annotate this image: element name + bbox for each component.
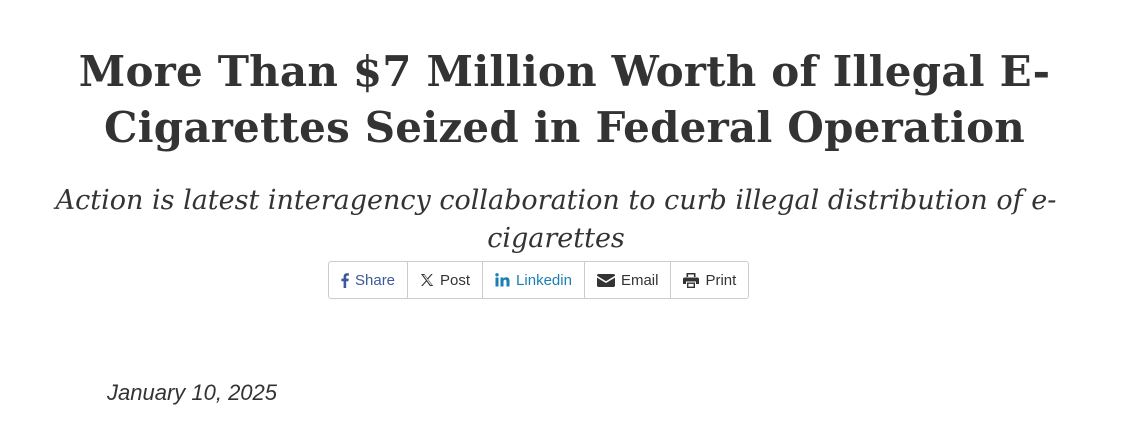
x-post-button[interactable]: Post — [408, 262, 484, 298]
social-share-bar: Share Post Linkedin Email Print — [328, 261, 750, 299]
x-icon — [420, 273, 434, 287]
x-post-label: Post — [440, 271, 471, 289]
publish-date: January 10, 2025 — [107, 380, 278, 405]
print-label: Print — [705, 271, 737, 289]
email-share-label: Email — [620, 271, 659, 289]
printer-icon — [683, 272, 700, 288]
email-share-button[interactable]: Email — [585, 262, 672, 298]
linkedin-icon — [495, 273, 510, 287]
facebook-share-button[interactable]: Share — [329, 262, 409, 298]
linkedin-share-label: Linkedin — [516, 271, 572, 289]
envelope-icon — [596, 273, 615, 287]
facebook-icon — [341, 272, 349, 288]
article-subheadline: Action is latest interagency collaborati… — [55, 185, 1057, 254]
linkedin-share-button[interactable]: Linkedin — [483, 262, 585, 298]
facebook-share-label: Share — [355, 271, 396, 289]
article-header: More Than $7 Million Worth of Illegal E-… — [0, 0, 1129, 427]
print-button[interactable]: Print — [671, 262, 748, 298]
article-headline: More Than $7 Million Worth of Illegal E-… — [78, 47, 1051, 152]
